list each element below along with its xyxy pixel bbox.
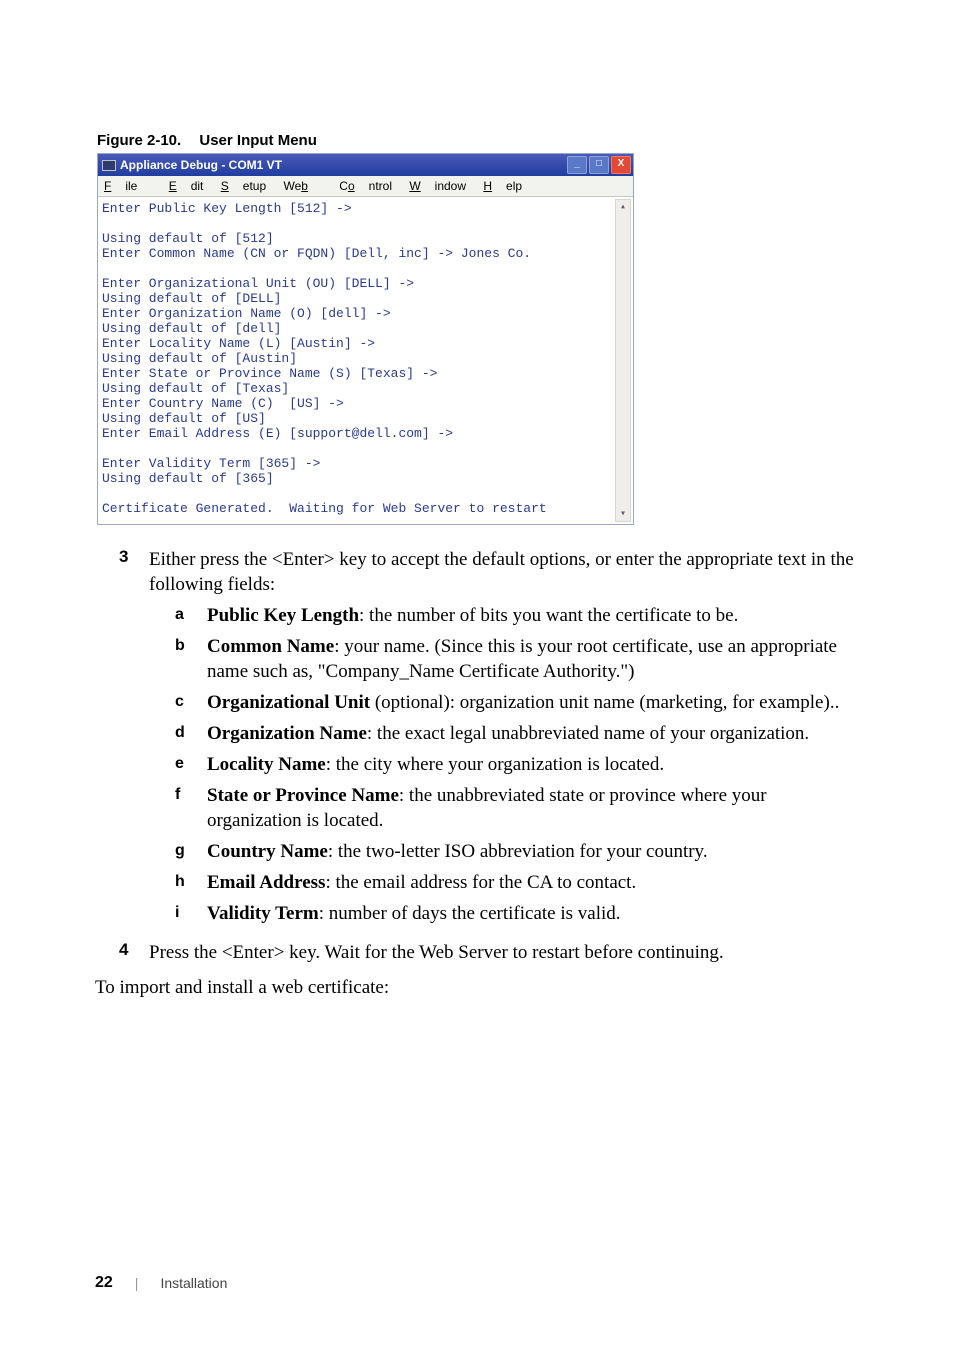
scroll-down-icon[interactable]: ▾ bbox=[616, 507, 630, 521]
page-number: 22 bbox=[95, 1274, 113, 1292]
sub-bold: Locality Name bbox=[207, 754, 326, 775]
sub-bold: Email Address bbox=[207, 872, 325, 893]
sub-letter: d bbox=[175, 721, 207, 746]
sub-c: c Organizational Unit (optional): organi… bbox=[175, 690, 859, 715]
window-title: Appliance Debug - COM1 VT bbox=[120, 158, 282, 172]
sub-e: e Locality Name: the city where your org… bbox=[175, 752, 859, 777]
sub-bold: Public Key Length bbox=[207, 605, 359, 626]
sub-bold: Country Name bbox=[207, 841, 328, 862]
sub-g: g Country Name: the two-letter ISO abbre… bbox=[175, 839, 859, 864]
menubar: File Edit Setup Web Control Window Help bbox=[98, 176, 633, 197]
menu-web[interactable]: Web bbox=[283, 179, 321, 193]
step-3-text: Either press the <Enter> key to accept t… bbox=[149, 549, 854, 595]
menu-help[interactable]: Help bbox=[483, 179, 522, 193]
sub-bold: State or Province Name bbox=[207, 785, 399, 806]
step-4-text: Press the <Enter> key. Wait for the Web … bbox=[149, 940, 724, 965]
sub-rest: : the number of bits you want the certif… bbox=[359, 605, 738, 626]
minimize-button[interactable]: _ bbox=[567, 156, 587, 174]
menu-window[interactable]: Window bbox=[409, 179, 466, 193]
sub-letter: g bbox=[175, 839, 207, 864]
step-3: 3 Either press the <Enter> key to accept… bbox=[119, 547, 859, 932]
closing-line: To import and install a web certificate: bbox=[95, 975, 859, 1000]
menu-control[interactable]: Control bbox=[339, 179, 392, 193]
sub-rest: : the two-letter ISO abbreviation for yo… bbox=[328, 841, 708, 862]
close-button[interactable]: X bbox=[611, 156, 631, 174]
sub-a: a Public Key Length: the number of bits … bbox=[175, 603, 859, 628]
section-name: Installation bbox=[160, 1275, 227, 1291]
step-number: 3 bbox=[119, 547, 149, 932]
maximize-button[interactable]: □ bbox=[589, 156, 609, 174]
figure-number: Figure 2-10. bbox=[97, 132, 181, 149]
terminal-window: Appliance Debug - COM1 VT _ □ X File Edi… bbox=[97, 153, 634, 525]
menu-file[interactable]: File bbox=[104, 179, 151, 193]
sub-rest: : the email address for the CA to contac… bbox=[325, 872, 636, 893]
terminal-text: Enter Public Key Length [512] -> Using d… bbox=[102, 201, 547, 516]
sub-rest: : the exact legal unabbreviated name of … bbox=[367, 723, 809, 744]
sub-bold: Organizational Unit bbox=[207, 692, 370, 713]
sub-letter: f bbox=[175, 783, 207, 833]
sub-rest: : the city where your organization is lo… bbox=[326, 754, 664, 775]
divider: | bbox=[135, 1275, 139, 1291]
sub-bold: Validity Term bbox=[207, 903, 319, 924]
page-footer: 22 | Installation bbox=[95, 1274, 227, 1292]
sub-letter: a bbox=[175, 603, 207, 628]
sub-bold: Organization Name bbox=[207, 723, 367, 744]
terminal-body: Enter Public Key Length [512] -> Using d… bbox=[98, 197, 633, 524]
step-number: 4 bbox=[119, 940, 149, 965]
menu-edit[interactable]: Edit bbox=[169, 179, 204, 193]
titlebar: Appliance Debug - COM1 VT _ □ X bbox=[98, 154, 633, 176]
sub-letter: c bbox=[175, 690, 207, 715]
sub-h: h Email Address: the email address for t… bbox=[175, 870, 859, 895]
sub-letter: b bbox=[175, 634, 207, 684]
figure-caption: Figure 2-10. User Input Menu bbox=[97, 132, 859, 149]
sub-rest: : number of days the certificate is vali… bbox=[319, 903, 621, 924]
sub-b: b Common Name: your name. (Since this is… bbox=[175, 634, 859, 684]
sub-i: i Validity Term: number of days the cert… bbox=[175, 901, 859, 926]
sub-letter: i bbox=[175, 901, 207, 926]
sub-letter: e bbox=[175, 752, 207, 777]
sub-bold: Common Name bbox=[207, 636, 334, 657]
step-body: Either press the <Enter> key to accept t… bbox=[149, 547, 859, 932]
sub-letter: h bbox=[175, 870, 207, 895]
figure-title: User Input Menu bbox=[199, 132, 317, 149]
menu-setup[interactable]: Setup bbox=[221, 179, 266, 193]
step-4: 4 Press the <Enter> key. Wait for the We… bbox=[119, 940, 859, 965]
terminal-icon bbox=[102, 160, 116, 171]
scroll-up-icon[interactable]: ▴ bbox=[616, 200, 630, 214]
sub-rest: (optional): organization unit name (mark… bbox=[370, 692, 839, 713]
sub-f: f State or Province Name: the unabbrevia… bbox=[175, 783, 859, 833]
sub-d: d Organization Name: the exact legal una… bbox=[175, 721, 859, 746]
scrollbar[interactable]: ▴▾ bbox=[615, 199, 631, 522]
